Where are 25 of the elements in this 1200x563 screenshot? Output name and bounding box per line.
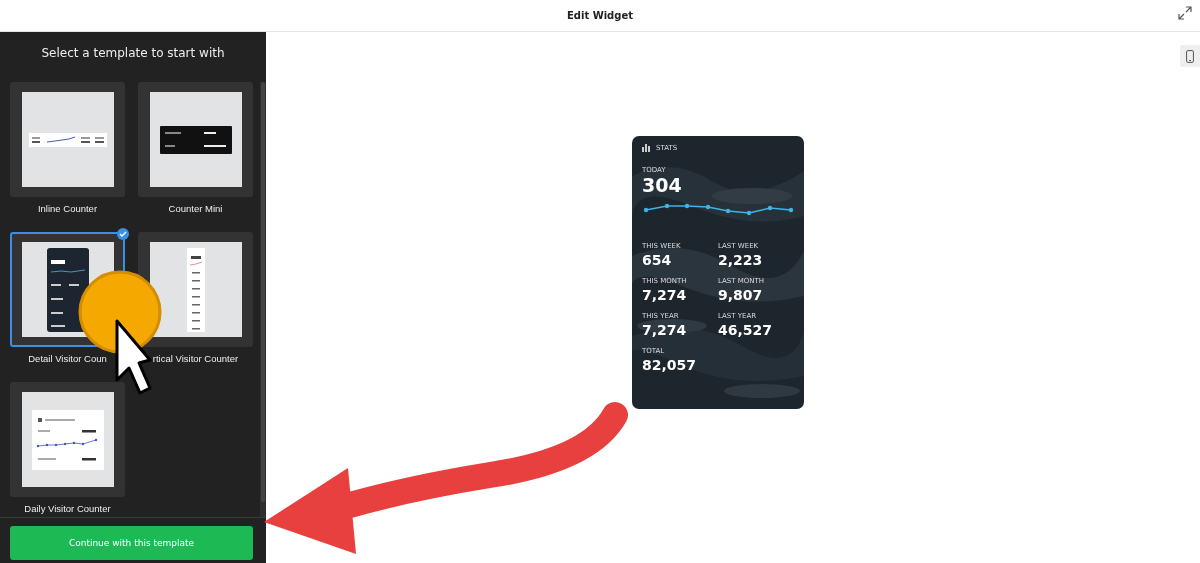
phone-icon: [1186, 49, 1194, 63]
sidebar-heading: Select a template to start with: [40, 45, 226, 62]
mobile-view-button[interactable]: [1180, 45, 1200, 67]
template-label: Inline Counter: [37, 203, 98, 214]
stat-value: 7,274: [642, 322, 688, 338]
bar-chart-icon: [642, 144, 651, 152]
expand-icon[interactable]: [1178, 6, 1192, 20]
stat-value: 9,807: [718, 287, 764, 303]
continue-button[interactable]: Continue with this template: [10, 525, 253, 560]
scrollbar[interactable]: [260, 82, 266, 517]
template-card[interactable]: [10, 382, 125, 497]
template-label: rtical Visitor Counter: [152, 353, 239, 364]
stat-value: 304: [642, 174, 683, 196]
template-card[interactable]: [138, 82, 253, 197]
stat-value: 7,274: [642, 287, 688, 303]
template-label: Detail Visitor Coun: [28, 353, 107, 364]
stat-value: 2,223: [718, 252, 764, 268]
stat-value: 82,057: [642, 357, 698, 373]
stat-value: 654: [642, 252, 673, 268]
check-icon: [117, 228, 129, 240]
template-card[interactable]: [10, 82, 125, 197]
template-label: Daily Visitor Counter: [24, 503, 111, 514]
template-label: Counter Mini: [168, 203, 223, 214]
window-title: Edit Widget: [567, 10, 633, 21]
stat-value: 46,527: [718, 322, 774, 338]
